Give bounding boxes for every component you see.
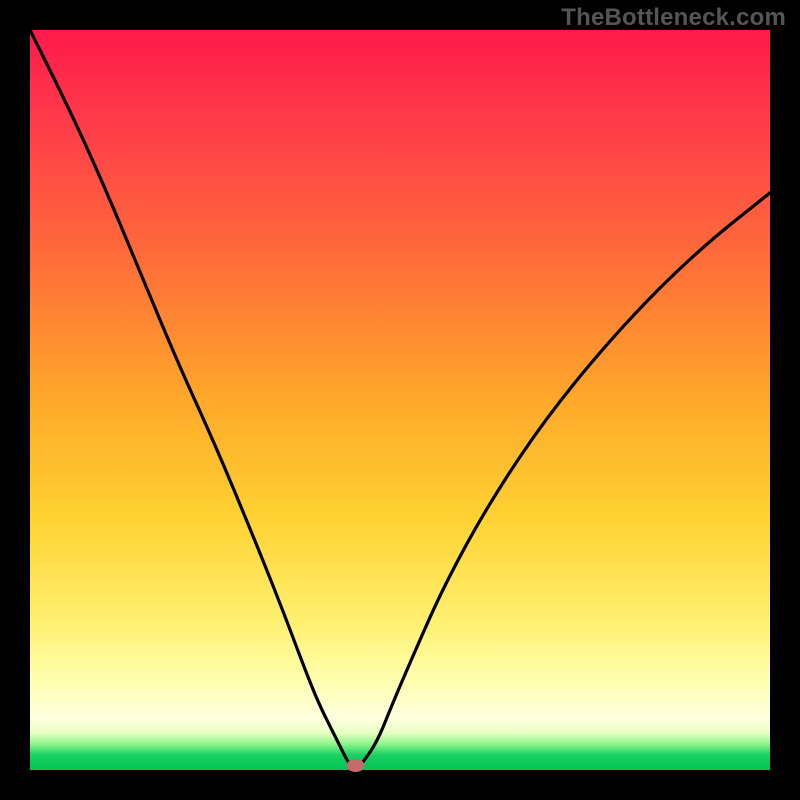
chart-frame: TheBottleneck.com	[0, 0, 800, 800]
optimum-marker	[347, 759, 365, 772]
plot-area	[30, 30, 770, 770]
bottleneck-curve	[30, 30, 770, 768]
watermark-text: TheBottleneck.com	[561, 4, 786, 32]
curve-svg	[30, 30, 770, 770]
